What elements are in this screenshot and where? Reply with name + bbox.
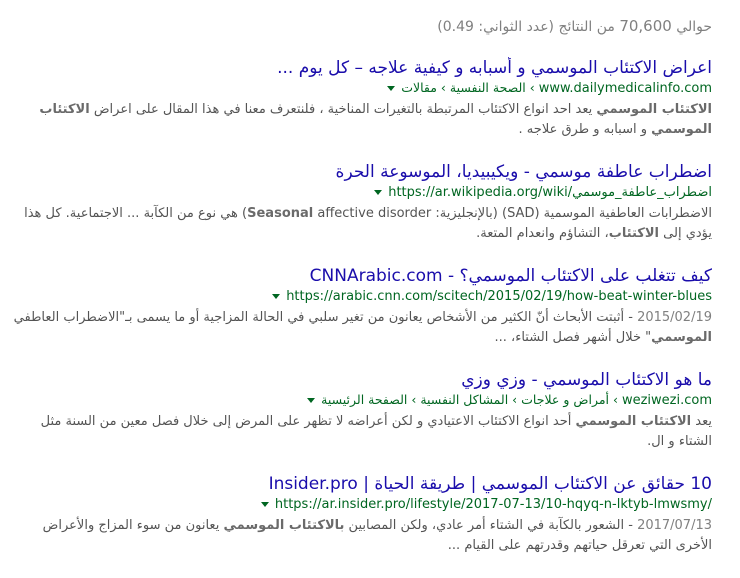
result-title-link[interactable]: اضطراب عاطفة موسمي - ويكيبيديا، الموسوعة…	[12, 161, 712, 183]
result-title-link[interactable]: كيف تتغلب على الاكتئاب الموسمي؟ - CNNAra…	[12, 265, 712, 287]
snippet-text: - الشعور بالكآبة في الشتاء أمر عادي، ولك…	[344, 518, 638, 533]
breadcrumb-separator: ›	[525, 80, 539, 95]
result-url-line: https://ar.wikipedia.org/wiki/اضطراب_عاط…	[12, 183, 712, 202]
result-url-line: https://arabic.cnn.com/scitech/2015/02/1…	[12, 287, 712, 306]
result-breadcrumb[interactable]: أمراض و علاجات	[521, 392, 609, 407]
result-snippet: 2017/07/13 - الشعور بالكآبة في الشتاء أم…	[12, 516, 712, 556]
result-title-link[interactable]: اعراض الاكتئاب الموسمي و أسبابه و كيفية …	[12, 57, 712, 79]
result-snippet: الاكتئاب الموسمي يعد احد انواع الاكتئاب …	[12, 100, 712, 140]
result-date: 2017/07/13	[637, 518, 712, 533]
result-breadcrumb[interactable]: مقالات	[401, 80, 437, 95]
snippet-highlight: الاكتئاب الموسمي	[596, 102, 712, 117]
result-snippet: 2015/02/19 - أثبتت الأبحاث أنّ الكثير من…	[12, 308, 712, 348]
search-results-page: حوالي 70,600 من النتائج (عدد الثواني: 0.…	[0, 0, 740, 578]
snippet-highlight: الاكتئاب الموسمي	[575, 414, 692, 429]
result-breadcrumb[interactable]: الصحة النفسية	[450, 80, 526, 95]
snippet-highlight: الموسمي	[651, 330, 712, 345]
search-result: 10 حقائق عن الاكتئاب الموسمي | طريقة الح…	[12, 473, 712, 577]
result-url-line: https://ar.insider.pro/lifestyle/2017-07…	[12, 495, 712, 514]
snippet-text: يعد	[691, 414, 712, 429]
breadcrumb-separator: ›	[407, 392, 421, 407]
search-result: اعراض الاكتئاب الموسمي و أسبابه و كيفية …	[12, 57, 712, 161]
result-url: weziwezi.com	[621, 393, 712, 408]
breadcrumb-separator: ›	[609, 392, 622, 407]
stats-count: 70,600	[619, 17, 672, 35]
result-title-link[interactable]: ما هو الاكتئاب الموسمي - وزي وزي	[12, 369, 712, 391]
result-breadcrumb[interactable]: المشاكل النفسية	[420, 392, 508, 407]
dropdown-arrow-icon[interactable]	[374, 190, 383, 195]
snippet-highlight: الاكتئاب	[608, 226, 660, 241]
result-breadcrumb[interactable]: الصفحة الرئيسية	[321, 392, 407, 407]
snippet-text: و اسبابه و طرق علاجه .	[518, 122, 652, 137]
result-url: https://ar.wikipedia.org/wiki/اضطراب_عاط…	[388, 185, 712, 200]
snippet-text: " خلال أشهر فصل الشتاء، ...	[494, 330, 652, 345]
search-result: كيف تتغلب على الاكتئاب الموسمي؟ - CNNAra…	[12, 265, 712, 369]
snippet-text: الاضطرابات العاطفية الموسمية (SAD) (بالإ…	[431, 206, 712, 221]
snippet-highlight: Seasonal	[247, 206, 314, 221]
result-url: https://ar.insider.pro/lifestyle/2017-07…	[274, 497, 712, 512]
results-list: اعراض الاكتئاب الموسمي و أسبابه و كيفية …	[12, 57, 712, 577]
result-snippet: يعد الاكتئاب الموسمي أحد انواع الاكتئاب …	[12, 412, 712, 452]
breadcrumb-separator: ›	[508, 392, 522, 407]
search-result: اضطراب عاطفة موسمي - ويكيبيديا، الموسوعة…	[12, 161, 712, 265]
search-result: ما هو الاكتئاب الموسمي - وزي وزي weziwezi…	[12, 369, 712, 473]
result-url-line: weziwezi.com › أمراض و علاجات › المشاكل …	[12, 391, 712, 410]
snippet-text: ، التشاؤم وانعدام المتعة.	[476, 226, 609, 241]
breadcrumb-separator: ›	[436, 80, 450, 95]
result-title-link[interactable]: 10 حقائق عن الاكتئاب الموسمي | طريقة الح…	[12, 473, 712, 495]
result-stats: حوالي 70,600 من النتائج (عدد الثواني: 0.…	[12, 16, 712, 37]
snippet-highlight: بالاكتئاب الموسمي	[223, 518, 345, 533]
result-url: www.dailymedicalinfo.com	[538, 81, 712, 96]
dropdown-arrow-icon[interactable]	[260, 502, 269, 507]
result-snippet: الاضطرابات العاطفية الموسمية (SAD) (بالإ…	[12, 204, 712, 244]
dropdown-arrow-icon[interactable]	[272, 294, 281, 299]
stats-prefix: حوالي	[676, 19, 712, 35]
snippet-text: يعد احد انواع الاكتئاب المرتبطة بالتغيرا…	[89, 102, 597, 117]
dropdown-arrow-icon[interactable]	[307, 398, 316, 403]
dropdown-arrow-icon[interactable]	[387, 86, 396, 91]
result-date: 2015/02/19	[637, 310, 712, 325]
result-url: https://arabic.cnn.com/scitech/2015/02/1…	[286, 289, 712, 304]
stats-suffix: من النتائج (عدد الثواني: 0.49)	[437, 19, 615, 35]
result-url-line: www.dailymedicalinfo.com › الصحة النفسية…	[12, 79, 712, 98]
snippet-text: - أثبتت الأبحاث أنّ الكثير من الأشخاص يع…	[13, 310, 638, 325]
